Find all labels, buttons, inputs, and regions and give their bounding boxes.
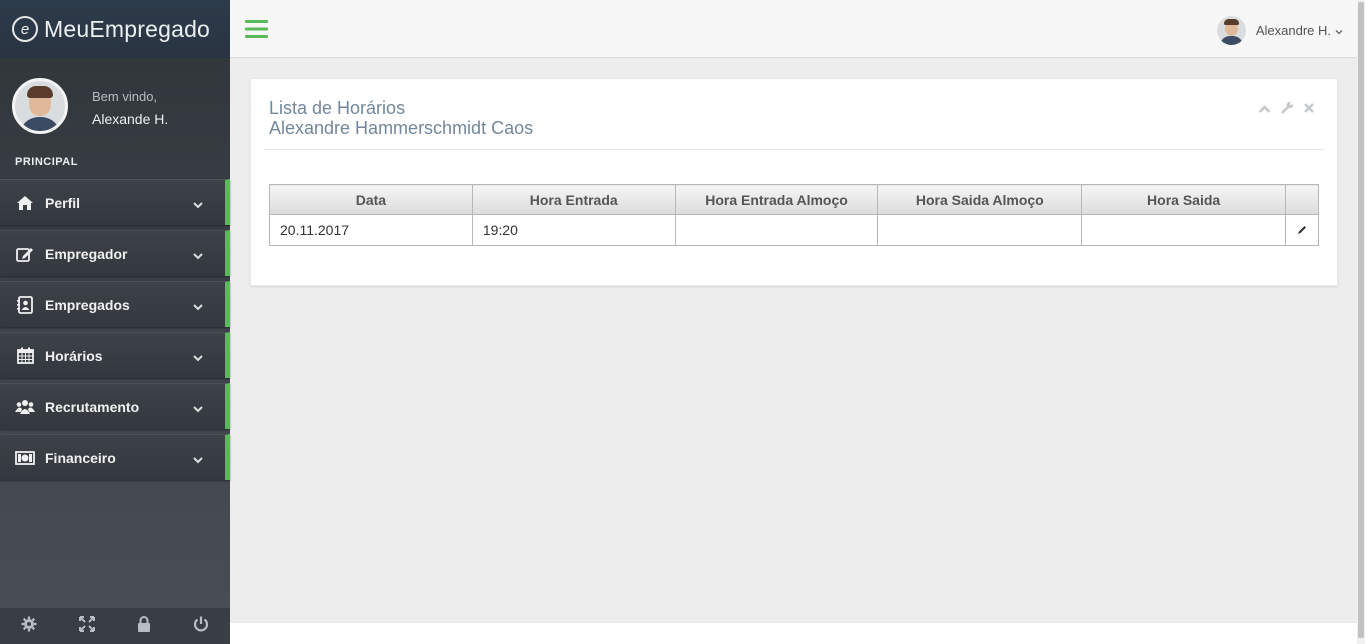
sidebar-item-perfil[interactable]: Perfil: [0, 179, 230, 225]
sidebar-item-label: Horários: [45, 347, 103, 364]
panel-tools: [1258, 101, 1315, 120]
cell-hora-saida: [1081, 214, 1286, 246]
scrollbar[interactable]: [1357, 0, 1365, 644]
brand-logo-icon: e: [12, 16, 38, 42]
brand[interactable]: e MeuEmpregado: [0, 0, 230, 58]
divider: [264, 149, 1324, 150]
avatar: [1216, 16, 1246, 45]
column-header-hora-saida[interactable]: Hora Saida: [1081, 184, 1286, 215]
scrollbar-thumb[interactable]: [1358, 2, 1364, 638]
edit-row-button[interactable]: [1285, 214, 1319, 246]
chevron-down-icon: [193, 247, 203, 265]
sidebar-item-empregador[interactable]: Empregador: [0, 230, 230, 276]
sidebar-item-horarios[interactable]: Horários: [0, 332, 230, 378]
lock-icon[interactable]: [137, 615, 151, 637]
sidebar-item-label: Recrutamento: [45, 398, 140, 415]
cell-hora-entrada: 19:20: [471, 214, 676, 246]
schedule-table: Data Hora Entrada Hora Entrada Almoço Ho…: [269, 184, 1319, 246]
schedule-panel: Lista de Horários Alexandre Hammerschmid…: [250, 78, 1338, 286]
sidebar-item-label: Perfil: [45, 194, 81, 211]
column-header-actions: [1285, 184, 1319, 215]
panel-title-line1: Lista de Horários: [269, 98, 406, 118]
column-header-hora-entrada[interactable]: Hora Entrada: [471, 184, 676, 215]
pencil-icon: [1297, 222, 1307, 238]
table-row: 20.11.2017 19:20: [269, 214, 1319, 246]
close-icon[interactable]: [1303, 101, 1315, 120]
profile: Bem vindo, Alexande H.: [0, 58, 230, 198]
chevron-down-icon: [193, 196, 203, 214]
chevron-down-icon: [1335, 23, 1343, 38]
welcome-text: Bem vindo,: [92, 89, 158, 104]
column-header-hora-entrada-almoco[interactable]: Hora Entrada Almoço: [674, 184, 879, 215]
sidebar: e MeuEmpregado Bem vindo, Alexande H. PR…: [0, 0, 230, 644]
profile-name: Alexande H.: [92, 111, 169, 127]
settings-icon[interactable]: [21, 616, 37, 637]
edit-icon: [15, 244, 35, 264]
chevron-down-icon: [193, 349, 203, 367]
collapse-icon[interactable]: [1258, 101, 1271, 120]
user-menu[interactable]: Alexandre H.: [1216, 16, 1343, 45]
users-icon: [15, 397, 35, 417]
top-nav: Alexandre H.: [230, 0, 1357, 58]
contact-book-icon: [15, 295, 35, 315]
brand-name: MeuEmpregado: [44, 15, 211, 42]
chevron-down-icon: [193, 400, 203, 418]
chevron-down-icon: [193, 451, 203, 469]
panel-title: Lista de Horários Alexandre Hammerschmid…: [269, 98, 533, 138]
sidebar-item-label: Empregador: [45, 245, 128, 262]
sidebar-item-label: Empregados: [45, 296, 130, 313]
fullscreen-icon[interactable]: [79, 615, 95, 637]
sidebar-item-label: Financeiro: [45, 449, 116, 466]
cell-hora-entrada-almoco: [674, 214, 879, 246]
home-icon: [15, 193, 35, 213]
table-header-row: Data Hora Entrada Hora Entrada Almoço Ho…: [269, 184, 1319, 215]
money-icon: [15, 448, 35, 468]
column-header-hora-saida-almoco[interactable]: Hora Saida Almoço: [877, 184, 1083, 215]
sidebar-footer: [0, 608, 230, 644]
chevron-down-icon: [193, 298, 203, 316]
column-header-data[interactable]: Data: [269, 184, 473, 215]
sidebar-menu: Perfil Empregador Empregados Horários Re…: [0, 179, 230, 485]
wrench-icon[interactable]: [1280, 101, 1294, 120]
menu-toggle-icon[interactable]: [245, 19, 268, 44]
user-name: Alexandre H.: [1255, 23, 1331, 38]
calendar-icon: [15, 346, 35, 366]
section-title: PRINCIPAL: [15, 156, 78, 168]
power-icon[interactable]: [193, 616, 209, 637]
avatar: [12, 78, 68, 134]
sidebar-item-empregados[interactable]: Empregados: [0, 281, 230, 327]
sidebar-item-financeiro[interactable]: Financeiro: [0, 434, 230, 480]
footer: [230, 622, 1357, 644]
cell-hora-saida-almoco: [877, 214, 1083, 246]
cell-data: 20.11.2017: [269, 214, 473, 246]
panel-title-line2: Alexandre Hammerschmidt Caos: [269, 118, 534, 138]
sidebar-item-recrutamento[interactable]: Recrutamento: [0, 383, 230, 429]
